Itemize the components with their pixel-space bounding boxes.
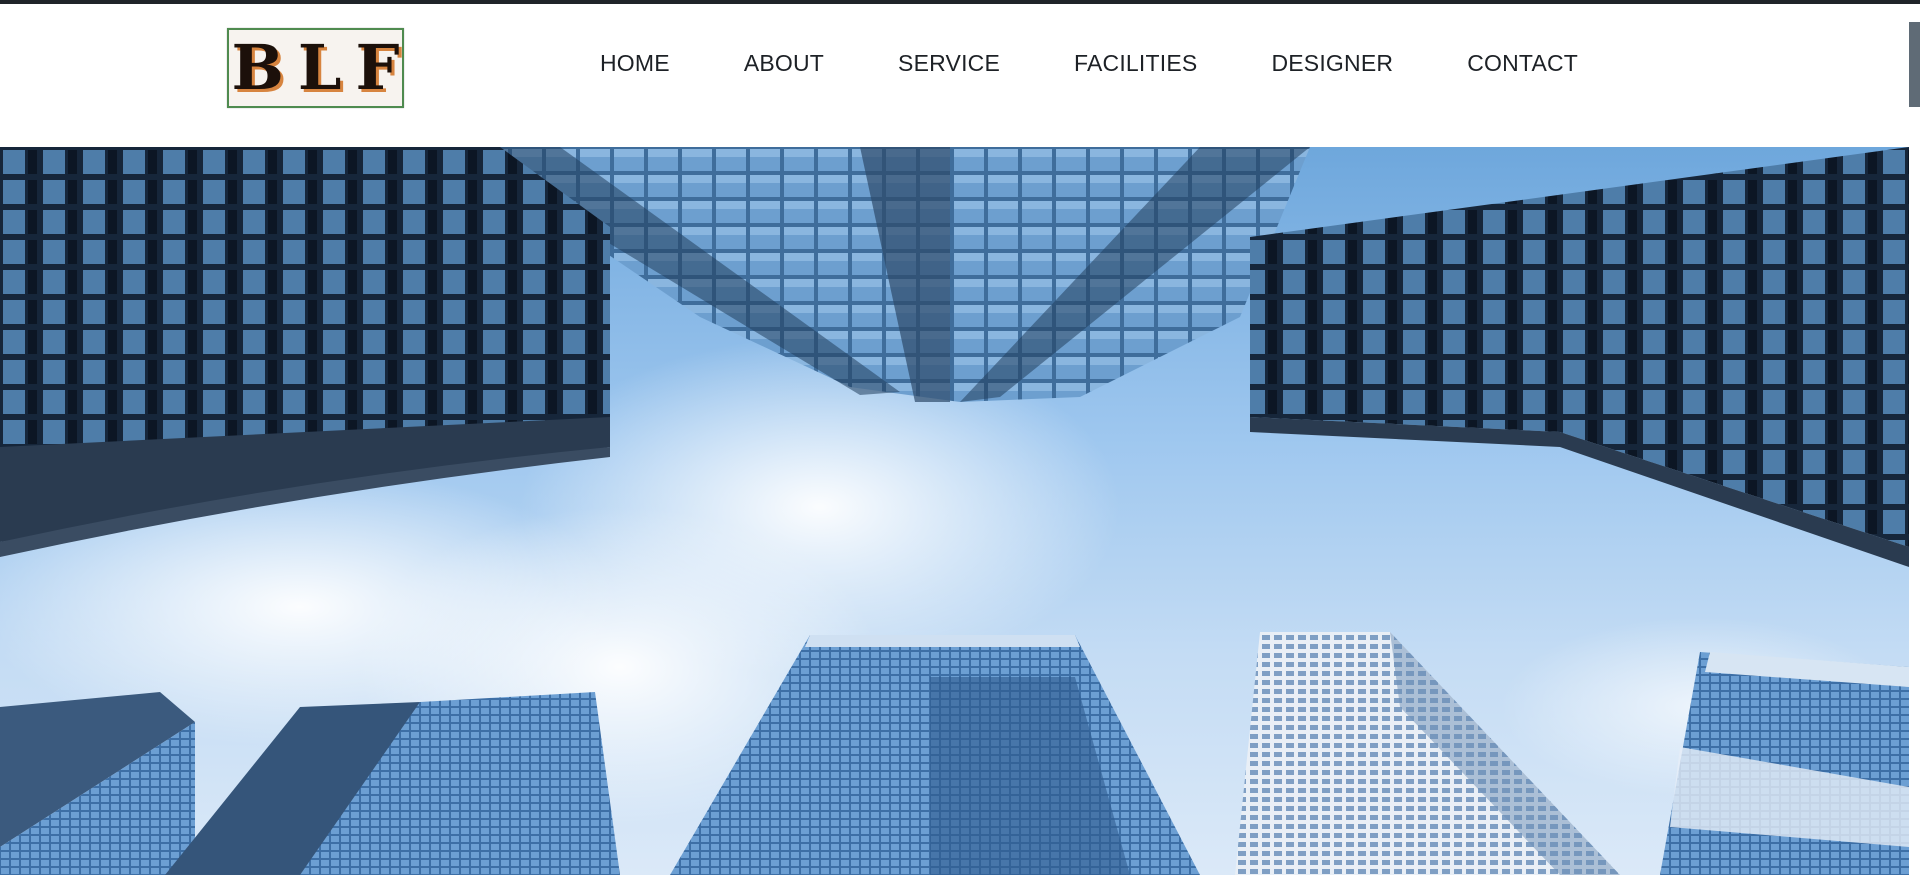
page-scrollbar[interactable] bbox=[1909, 4, 1920, 875]
hero-banner-image bbox=[0, 147, 1909, 875]
skyscrapers-photo bbox=[0, 147, 1909, 875]
brand-logo[interactable]: BLF bbox=[227, 28, 404, 108]
scrollbar-thumb[interactable] bbox=[1909, 22, 1920, 107]
nav-about-link[interactable]: ABOUT bbox=[744, 48, 824, 78]
nav-designer-link[interactable]: DESIGNER bbox=[1271, 48, 1393, 78]
site-header: BLF HOME ABOUT SERVICE FACILITIES DESIGN… bbox=[0, 4, 1909, 147]
nav-service-link[interactable]: SERVICE bbox=[898, 48, 1000, 78]
logo-text: BLF bbox=[231, 31, 414, 104]
main-navigation: HOME ABOUT SERVICE FACILITIES DESIGNER C… bbox=[600, 48, 1578, 78]
nav-facilities-link[interactable]: FACILITIES bbox=[1074, 48, 1197, 78]
nav-contact-link[interactable]: CONTACT bbox=[1467, 48, 1578, 78]
nav-home-link[interactable]: HOME bbox=[600, 48, 670, 78]
